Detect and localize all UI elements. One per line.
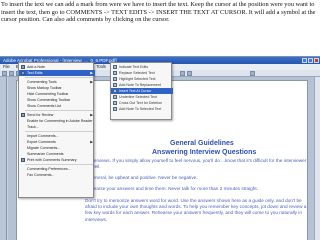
zoom-in-icon[interactable] (187, 71, 192, 76)
menu-tools[interactable]: Tools (96, 64, 106, 69)
note-icon (113, 107, 117, 111)
open-icon[interactable] (2, 71, 7, 76)
submenu-arrow-icon: ▶ (90, 71, 93, 75)
insert-text-icon (113, 89, 117, 93)
underline-icon (113, 95, 117, 99)
maximize-button[interactable] (308, 58, 313, 63)
navigation-pane[interactable] (0, 77, 7, 240)
doc-heading: General Guidelines (170, 140, 234, 147)
instruction-text: To insert the text we can add a mark fro… (1, 1, 316, 23)
help-icon[interactable] (250, 71, 255, 76)
note-icon (21, 65, 25, 69)
menu-item-print-with-comments-summary[interactable]: Print with Comments Summary (19, 157, 95, 163)
review-icon (21, 113, 25, 117)
menu-separator (25, 110, 93, 111)
highlight-icon (113, 77, 117, 81)
doc-paragraph: Don't try to memorize answers word for w… (85, 198, 307, 222)
replace-text-icon (113, 71, 117, 75)
zoom-out-icon[interactable] (180, 71, 185, 76)
doc-paragraph: ...interviews. If you simply allow yours… (85, 158, 307, 170)
print-icon (21, 158, 25, 162)
menu-item-text-edits[interactable]: Text Edits ▶ (19, 70, 95, 76)
doc-paragraph: In general, be upbeat and positive. Neve… (85, 175, 198, 180)
close-button[interactable] (314, 58, 319, 63)
minimize-button[interactable] (302, 58, 307, 63)
menu-item-show-comments-list[interactable]: Show Comments List (19, 103, 95, 109)
save-icon[interactable] (9, 71, 14, 76)
comments-menu: Add a Note Text Edits ▶ Commenting Tools ▶… (18, 62, 95, 198)
menu-separator (25, 131, 93, 132)
submenu-item-add-note-to-selected-text[interactable]: Add Note To Selected Text (111, 106, 173, 112)
menu-separator (25, 164, 93, 165)
menu-item-fax-comments[interactable]: Fax Comments... (19, 172, 95, 178)
menu-item-track[interactable]: Track... (19, 124, 95, 130)
note-icon (113, 83, 117, 87)
strikethrough-icon (113, 101, 117, 105)
doc-paragraph: Rehearse your answers and time them. Nev… (85, 186, 258, 191)
text-edits-submenu: Indicate Text Edits Replace Selected Tex… (110, 62, 173, 120)
doc-subheading: Answering Interview Questions (152, 149, 257, 156)
menu-file[interactable]: File (3, 64, 10, 69)
vertical-scrollbar[interactable] (314, 77, 320, 240)
indicate-edits-icon (113, 65, 117, 69)
menu-separator (25, 77, 93, 78)
text-edit-icon (21, 71, 25, 75)
